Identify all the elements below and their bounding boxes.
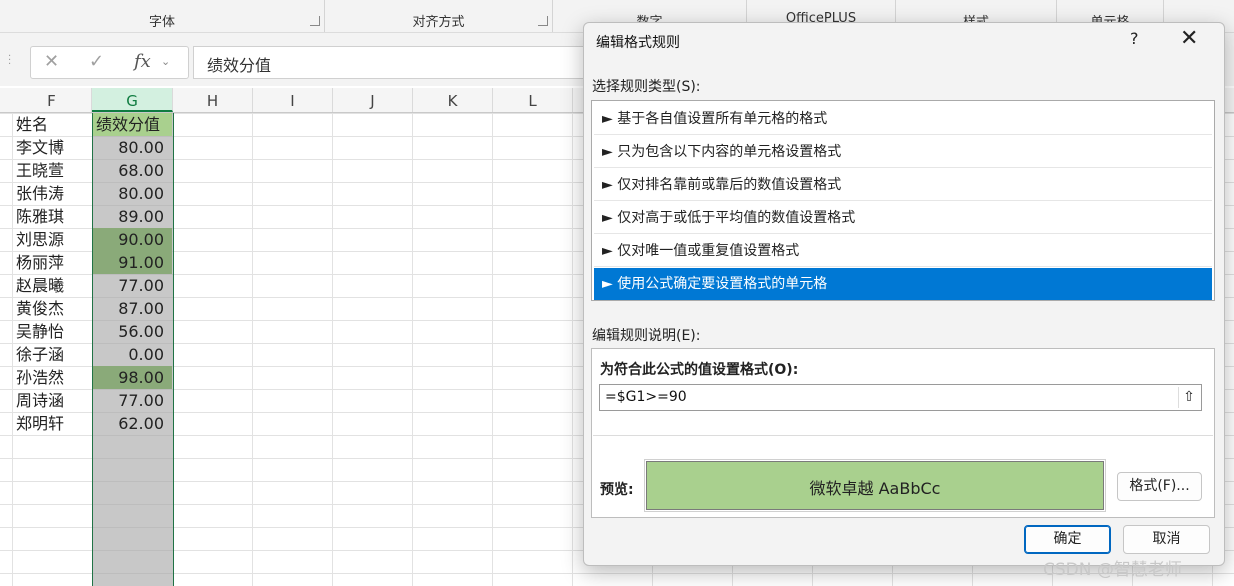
cell-name[interactable]: 赵晨曦 xyxy=(16,274,90,297)
cell-name[interactable]: 王晓萱 xyxy=(16,159,90,182)
close-icon[interactable]: ✕ xyxy=(1180,26,1198,51)
divider xyxy=(593,435,1213,436)
cancel-button[interactable]: 取消 xyxy=(1123,525,1210,554)
collapse-dialog-icon[interactable]: ⇧ xyxy=(1178,387,1199,408)
cell-name[interactable]: 张伟涛 xyxy=(16,182,90,205)
cell-name[interactable]: 孙浩然 xyxy=(16,366,90,389)
rule-type-item[interactable]: ► 只为包含以下内容的单元格设置格式 xyxy=(594,136,1212,168)
help-icon[interactable]: ? xyxy=(1130,29,1139,48)
column-header-g[interactable]: G xyxy=(92,88,173,112)
cancel-icon[interactable]: ✕ xyxy=(44,51,59,72)
formula-content: 绩效分值 xyxy=(207,56,272,75)
cell-score[interactable]: 0.00 xyxy=(93,343,172,366)
dialog-launcher-icon[interactable] xyxy=(310,16,320,26)
cell-name[interactable]: 郑明轩 xyxy=(16,412,90,435)
grip-handle-icon[interactable]: · · · xyxy=(8,52,11,70)
preview-label: 预览: xyxy=(600,482,634,498)
cell-score[interactable]: 77.00 xyxy=(93,274,172,297)
column-header-j[interactable]: J xyxy=(333,88,413,112)
cell-score[interactable]: 90.00 xyxy=(93,228,172,251)
dialog-launcher-icon[interactable] xyxy=(538,16,548,26)
rule-type-item[interactable]: ► 仅对排名靠前或靠后的数值设置格式 xyxy=(594,169,1212,201)
cell-name[interactable]: 刘思源 xyxy=(16,228,90,251)
ribbon-group-alignment[interactable]: 对齐方式 xyxy=(325,0,553,32)
cell-name[interactable]: 周诗涵 xyxy=(16,389,90,412)
rule-type-label: 选择规则类型(S): xyxy=(592,79,701,95)
enter-icon[interactable]: ✓ xyxy=(89,51,104,72)
cell-name[interactable]: 黄俊杰 xyxy=(16,297,90,320)
chevron-down-icon[interactable]: ⌄ xyxy=(161,55,170,68)
cell-name-header[interactable]: 姓名 xyxy=(16,113,90,136)
rule-type-item[interactable]: ► 使用公式确定要设置格式的单元格 xyxy=(594,268,1212,300)
cell-score-header[interactable]: 绩效分值 xyxy=(93,113,172,136)
cell-score[interactable]: 80.00 xyxy=(93,182,172,205)
cell-score[interactable]: 56.00 xyxy=(93,320,172,343)
cell-name[interactable]: 杨丽萍 xyxy=(16,251,90,274)
rule-type-list[interactable]: ► 基于各自值设置所有单元格的格式 ► 只为包含以下内容的单元格设置格式 ► 仅对排… xyxy=(591,100,1215,301)
formula-value: =$G1>=90 xyxy=(605,389,687,405)
cell-name[interactable]: 徐子涵 xyxy=(16,343,90,366)
column-header-h[interactable]: H xyxy=(173,88,253,112)
ok-button[interactable]: 确定 xyxy=(1024,525,1111,554)
cell-name[interactable]: 李文博 xyxy=(16,136,90,159)
cell-score[interactable]: 89.00 xyxy=(93,205,172,228)
edit-description-label: 编辑规则说明(E): xyxy=(592,328,701,344)
preview-text: 微软卓越 AaBbCc xyxy=(809,479,941,498)
format-preview: 微软卓越 AaBbCc xyxy=(644,459,1106,512)
formula-label: 为符合此公式的值设置格式(O): xyxy=(600,362,799,378)
formula-buttons: ✕ ✓ fx ⌄ xyxy=(30,46,189,79)
cell-score[interactable]: 80.00 xyxy=(93,136,172,159)
cell-score[interactable]: 62.00 xyxy=(93,412,172,435)
column-header-k[interactable]: K xyxy=(413,88,493,112)
formula-field[interactable]: =$G1>=90 ⇧ xyxy=(599,384,1202,411)
rule-type-item[interactable]: ► 基于各自值设置所有单元格的格式 xyxy=(594,103,1212,135)
rule-type-item[interactable]: ► 仅对高于或低于平均值的数值设置格式 xyxy=(594,202,1212,234)
cell-score[interactable]: 98.00 xyxy=(93,366,172,389)
cell-name[interactable]: 陈雅琪 xyxy=(16,205,90,228)
column-header-f[interactable]: F xyxy=(12,88,92,112)
ribbon-group-label: 字体 xyxy=(148,15,175,30)
rule-type-item[interactable]: ► 仅对唯一值或重复值设置格式 xyxy=(594,235,1212,267)
cell-score[interactable]: 91.00 xyxy=(93,251,172,274)
insert-function-icon[interactable]: fx xyxy=(134,51,151,72)
ribbon-group-label: 对齐方式 xyxy=(412,15,465,30)
edit-format-rule-dialog: 编辑格式规则 ? ✕ 选择规则类型(S): ► 基于各自值设置所有单元格的格式 ►… xyxy=(583,22,1225,566)
dialog-title: 编辑格式规则 xyxy=(596,35,680,51)
watermark: CSDN @智慧老师 xyxy=(1043,560,1182,580)
column-header-i[interactable]: I xyxy=(253,88,333,112)
cell-score[interactable]: 77.00 xyxy=(93,389,172,412)
cell-name[interactable]: 吴静怡 xyxy=(16,320,90,343)
column-header-l[interactable]: L xyxy=(493,88,573,112)
cell-score[interactable]: 87.00 xyxy=(93,297,172,320)
ribbon-group-font[interactable]: 字体 xyxy=(0,0,325,32)
cell-score[interactable]: 68.00 xyxy=(93,159,172,182)
format-button[interactable]: 格式(F)... xyxy=(1117,472,1202,501)
